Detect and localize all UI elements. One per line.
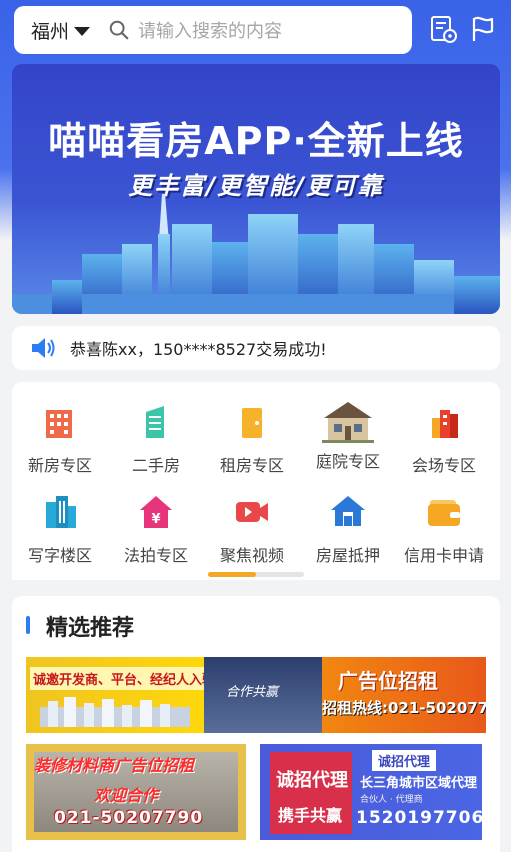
ad-banner-materials[interactable]: 装修材料商广告位招租 欢迎合作 021-50207790	[26, 744, 246, 840]
category-label: 法拍专区	[123, 546, 188, 565]
ad-banner-agents[interactable]: 诚招代理 携手共赢 诚招代理 长三角城市区域代理 合伙人 · 代理商 15201…	[260, 744, 482, 840]
category-label: 新房专区	[27, 456, 92, 475]
wallet-icon	[428, 500, 460, 526]
house-icon	[322, 402, 374, 443]
ad-text: 诚邀开发商、平台、经纪人入驻	[30, 667, 219, 690]
category-credit-card[interactable]: 信用卡申请	[396, 492, 492, 566]
category-label: 租房专区	[219, 456, 284, 475]
svg-text:¥: ¥	[151, 512, 160, 527]
section-title: 精选推荐	[46, 616, 135, 641]
ad-logo: 诚招代理 携手共赢	[270, 752, 352, 834]
category-venues[interactable]: 会场专区	[396, 402, 492, 476]
search-input[interactable]: 请输入搜索的内容	[138, 17, 282, 43]
ad-text: 广告位招租	[338, 669, 438, 693]
promo-banner[interactable]: 喵喵看房APP·全新上线 更丰富/更智能/更可靠	[12, 64, 500, 314]
door-icon	[242, 408, 262, 438]
category-label: 房屋抵押	[315, 546, 380, 565]
auction-house-icon: ¥	[140, 496, 172, 528]
category-auctions[interactable]: ¥ 法拍专区	[108, 492, 204, 566]
ad-text: 长三角城市区域代理	[360, 776, 478, 791]
category-mortgage[interactable]: 房屋抵押	[300, 492, 396, 566]
category-second-hand[interactable]: 二手房	[108, 402, 204, 476]
office-icon	[46, 496, 76, 528]
ad-phone: 15201977064	[356, 808, 482, 828]
category-label: 庭院专区	[315, 452, 380, 471]
category-label: 写字楼区	[27, 546, 92, 565]
ad-badge: 诚招代理	[372, 750, 437, 771]
video-icon	[236, 502, 268, 522]
flag-icon[interactable]	[468, 14, 498, 44]
category-courtyard[interactable]: 庭院专区	[300, 398, 396, 472]
section-accent-bar	[26, 616, 30, 634]
ad-banner-developers[interactable]: 诚邀开发商、平台、经纪人入驻 合作共赢 广告位招租 招租热线:021-50207…	[26, 657, 486, 733]
ad-text: 诚招代理	[276, 770, 348, 791]
category-label: 聚焦视频	[219, 546, 284, 565]
category-new-homes[interactable]: 新房专区	[12, 402, 108, 476]
city-selector[interactable]: 福州	[31, 17, 69, 44]
category-page-indicator	[208, 572, 304, 577]
ad-text: 携手共赢	[278, 806, 343, 825]
banner-title: 喵喵看房APP·全新上线	[48, 119, 464, 163]
page-indicator-fill	[208, 572, 256, 577]
ad-phone: 021-50207790	[54, 808, 204, 828]
buildings-illustration	[40, 697, 190, 727]
notice-text: 恭喜陈xx，150****8527交易成功!	[70, 340, 327, 359]
venue-icon	[432, 410, 458, 438]
speaker-icon	[32, 338, 55, 358]
search-bar[interactable]: 福州 请输入搜索的内容	[14, 6, 412, 54]
handshake-image: 合作共赢	[204, 657, 322, 733]
ad-phone: 招租热线:021-50207790	[322, 699, 486, 717]
category-label: 信用卡申请	[403, 546, 484, 565]
category-label: 二手房	[131, 456, 180, 475]
building-icon	[146, 406, 164, 438]
city-skyline-illustration	[12, 194, 500, 314]
ad-text: 合作共赢	[226, 685, 279, 700]
ad-text: 合伙人 · 代理商	[360, 795, 423, 805]
recommend-section: 精选推荐 诚邀开发商、平台、经纪人入驻 合作共赢 广告位招租 招租热线:021-…	[12, 596, 500, 860]
ad-text: 欢迎合作	[94, 786, 159, 805]
category-videos[interactable]: 聚焦视频	[204, 492, 300, 566]
category-grid: 新房专区 二手房 租房专区 庭院专区 会场专区 写字楼区 ¥ 法拍专区 聚焦视频…	[12, 382, 500, 580]
category-label: 会场专区	[411, 456, 476, 475]
home-mortgage-icon	[331, 496, 365, 526]
search-icon	[109, 20, 129, 40]
top-bar: 福州 请输入搜索的内容	[14, 6, 498, 54]
caret-down-icon[interactable]	[74, 26, 91, 36]
ad-text: 装修材料商广告位招租	[34, 756, 195, 775]
new-building-icon	[46, 410, 72, 438]
transaction-notice[interactable]: 恭喜陈xx，150****8527交易成功!	[12, 326, 500, 370]
document-settings-icon[interactable]	[428, 14, 458, 44]
bottom-tab-bar[interactable]	[0, 852, 511, 860]
category-offices[interactable]: 写字楼区	[12, 492, 108, 566]
category-rentals[interactable]: 租房专区	[204, 402, 300, 476]
